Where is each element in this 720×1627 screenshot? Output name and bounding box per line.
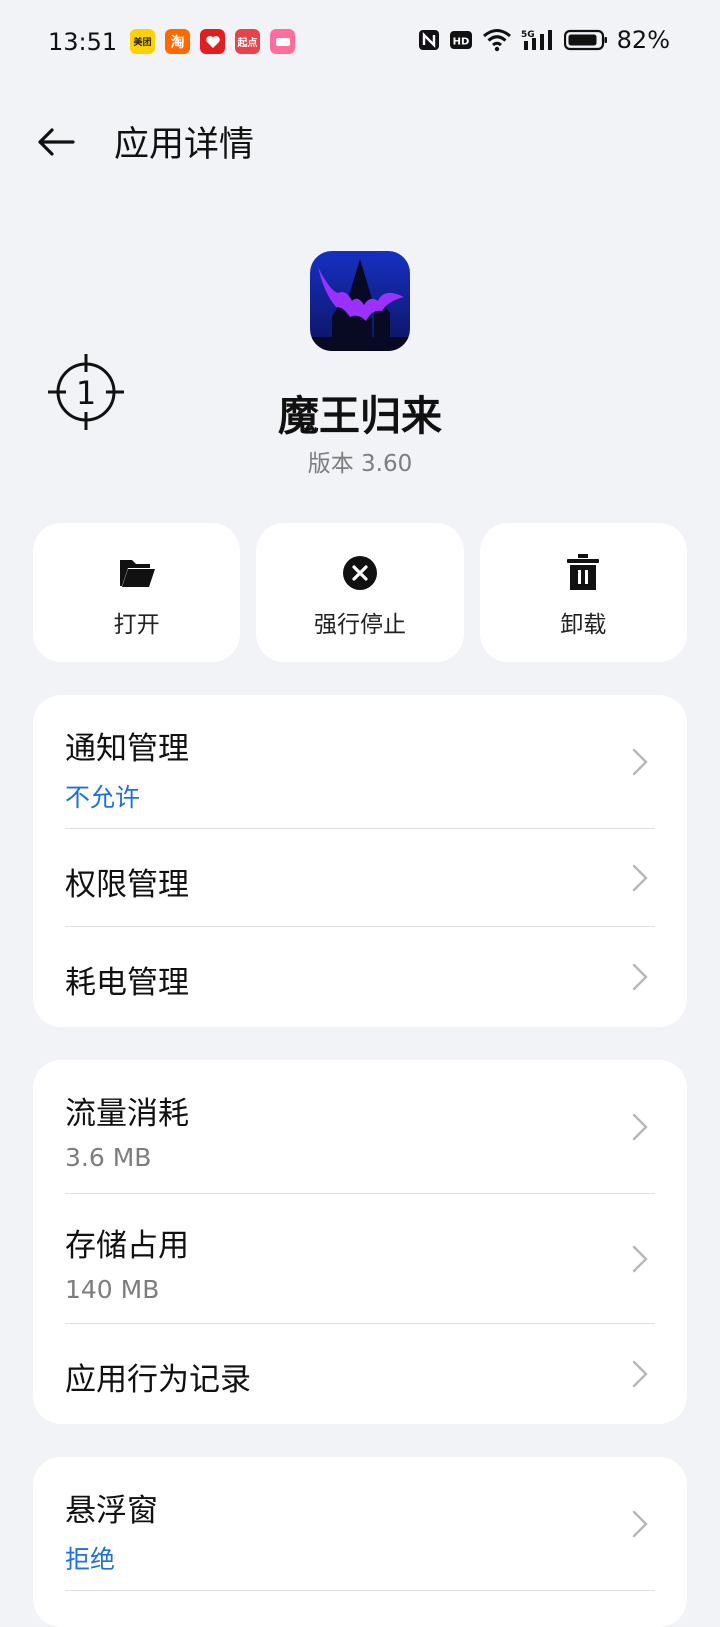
meituan-icon: 美团 <box>130 29 155 54</box>
chevron-right-icon <box>632 1245 648 1273</box>
settings-card-floating-window: 悬浮窗 拒绝 <box>33 1457 687 1627</box>
wifi-icon <box>482 28 512 52</box>
header: 应用详情 <box>0 96 720 186</box>
data-usage-row[interactable]: 流量消耗 3.6 MB <box>33 1060 687 1194</box>
trash-icon <box>563 553 603 593</box>
storage-value: 140 MB <box>65 1275 160 1304</box>
chevron-right-icon <box>632 1510 648 1538</box>
chevron-right-icon <box>632 1360 648 1388</box>
open-label: 打开 <box>113 612 160 638</box>
floating-window-title: 悬浮窗 <box>65 1493 158 1529</box>
power-management-title: 耗电管理 <box>65 965 189 1001</box>
data-usage-title: 流量消耗 <box>65 1096 189 1132</box>
notification-icons: 美团 淘 起点 <box>130 29 295 54</box>
chevron-right-icon <box>632 864 648 892</box>
notification-management-status: 不允许 <box>65 783 141 812</box>
hd-icon: HD <box>449 29 473 51</box>
uninstall-button[interactable]: 卸载 <box>479 523 687 662</box>
chevron-right-icon <box>632 963 648 991</box>
signal-5g-icon: 5G <box>521 28 555 52</box>
nfc-icon <box>418 29 440 51</box>
page-title: 应用详情 <box>114 125 255 165</box>
app-name: 魔王归来 <box>278 392 442 440</box>
notification-management-row[interactable]: 通知管理 不允许 <box>33 695 687 829</box>
app-behavior-record-title: 应用行为记录 <box>65 1362 251 1398</box>
storage-title: 存储占用 <box>65 1228 189 1264</box>
app-icon <box>310 251 410 351</box>
battery-percent: 82% <box>616 26 670 54</box>
floating-window-row[interactable]: 悬浮窗 拒绝 <box>33 1457 687 1591</box>
back-arrow-icon <box>38 128 75 156</box>
status-time: 13:51 <box>48 28 118 56</box>
settings-card-usage: 流量消耗 3.6 MB 存储占用 140 MB 应用行为记录 <box>33 1060 687 1424</box>
settings-card-management: 通知管理 不允许 权限管理 耗电管理 <box>33 695 687 1027</box>
red-app-icon <box>200 29 225 54</box>
battery-icon <box>563 29 608 51</box>
chevron-right-icon <box>632 748 648 776</box>
storage-row[interactable]: 存储占用 140 MB <box>33 1194 687 1324</box>
force-stop-button[interactable]: 强行停止 <box>256 523 464 662</box>
back-button[interactable] <box>32 118 80 166</box>
status-bar: 13:51 美团 淘 起点 HD 5G 82% <box>0 0 720 86</box>
folder-icon <box>117 553 157 593</box>
power-management-row[interactable]: 耗电管理 <box>33 927 687 1027</box>
stop-icon <box>340 553 380 593</box>
open-button[interactable]: 打开 <box>33 523 241 662</box>
status-indicators: HD 5G 82% <box>418 26 670 54</box>
app-version: 版本 3.60 <box>307 451 413 477</box>
pink-app-icon <box>270 29 295 54</box>
force-stop-label: 强行停止 <box>313 612 406 638</box>
svg-text:HD: HD <box>452 37 469 48</box>
qidian-icon: 起点 <box>235 29 260 54</box>
permission-management-row[interactable]: 权限管理 <box>33 829 687 927</box>
chevron-right-icon <box>632 1113 648 1141</box>
data-usage-value: 3.6 MB <box>65 1143 152 1172</box>
permission-management-title: 权限管理 <box>65 867 189 903</box>
uninstall-label: 卸载 <box>560 612 607 638</box>
notification-management-title: 通知管理 <box>65 731 189 767</box>
taobao-icon: 淘 <box>165 29 190 54</box>
floating-window-status: 拒绝 <box>65 1545 116 1574</box>
app-behavior-record-row[interactable]: 应用行为记录 <box>33 1324 687 1424</box>
action-buttons: 打开 强行停止 卸载 <box>33 523 687 662</box>
